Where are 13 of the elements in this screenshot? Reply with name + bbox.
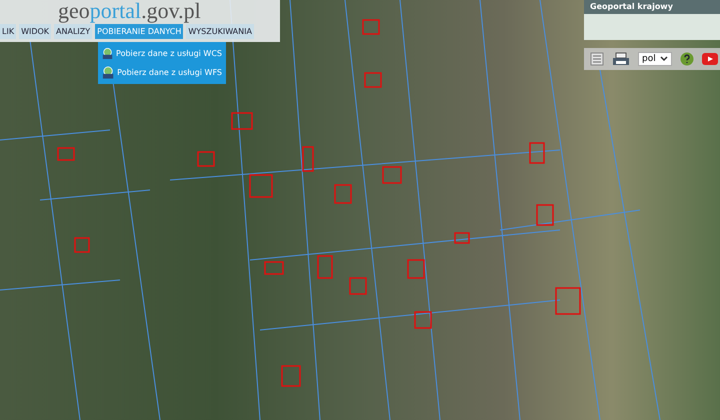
menu-tab[interactable]: ANALIZY xyxy=(54,24,92,39)
help-icon[interactable] xyxy=(680,52,694,66)
menu-tab[interactable]: WYSZUKIWANIA xyxy=(186,24,254,39)
overview-title: Geoportal krajowy xyxy=(589,1,674,13)
menu-tab[interactable]: LIK xyxy=(0,24,16,39)
print-icon[interactable] xyxy=(612,52,630,66)
video-icon[interactable] xyxy=(702,53,718,65)
language-select[interactable]: pol xyxy=(638,52,672,66)
cadastral-map-drawing[interactable] xyxy=(0,0,720,420)
caret-icon xyxy=(660,56,668,62)
menu-tab[interactable]: WIDOK xyxy=(19,24,52,39)
list-icon[interactable] xyxy=(590,52,604,66)
site-logo[interactable]: geoportal.gov.pl xyxy=(58,0,201,22)
